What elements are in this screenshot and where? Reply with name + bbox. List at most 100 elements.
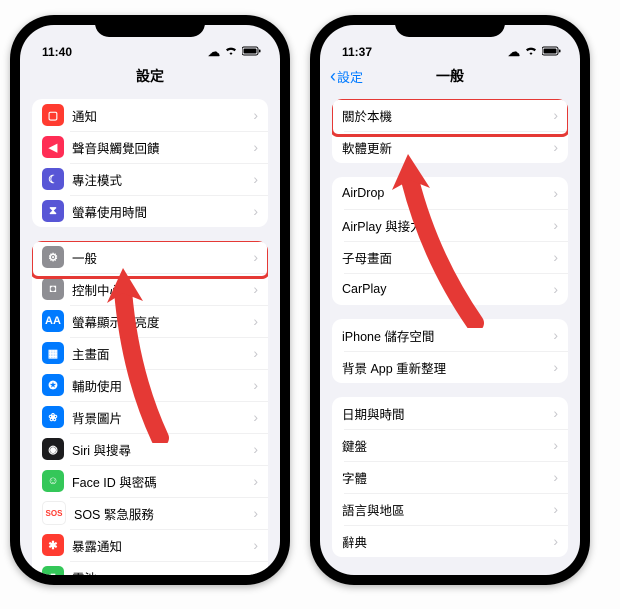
general-group-2: AirDrop›AirPlay 與接力›子母畫面›CarPlay› (332, 177, 568, 305)
content-right: 關於本機›軟體更新› AirDrop›AirPlay 與接力›子母畫面›CarP… (320, 93, 580, 575)
row-pip[interactable]: 子母畫面› (332, 241, 568, 273)
row-siri[interactable]: ◉Siri 與搜尋› (32, 433, 268, 465)
chevron-right-icon: › (253, 473, 258, 489)
sounds-icon: ◀ (42, 136, 64, 158)
header-left: 設定 (20, 59, 280, 93)
status-icons: ☁ (508, 45, 562, 59)
vpn-icon: ☁ (508, 45, 520, 59)
chevron-right-icon: › (553, 533, 558, 549)
chevron-right-icon: › (553, 405, 558, 421)
row-label: SOS 緊急服務 (74, 504, 253, 523)
row-datetime[interactable]: 日期與時間› (332, 397, 568, 429)
row-label: 專注模式 (72, 170, 253, 189)
chevron-right-icon: › (553, 501, 558, 517)
row-label: 輔助使用 (72, 376, 253, 395)
chevron-right-icon: › (553, 469, 558, 485)
battery-icon: ▮ (42, 566, 64, 575)
row-general[interactable]: ⚙一般› (32, 241, 268, 273)
row-label: AirDrop (342, 186, 553, 200)
row-label: Face ID 與密碼 (72, 472, 253, 491)
back-button[interactable]: ‹ 設定 (330, 67, 363, 86)
notifications-icon: ▢ (42, 104, 64, 126)
status-time: 11:40 (42, 45, 72, 59)
phone-left: 11:40 ☁ 設定 ▢通知›◀聲音與觸覺回饋›☾專注模式›⧗螢幕使用時間› ⚙… (10, 15, 290, 585)
row-storage[interactable]: iPhone 儲存空間› (332, 319, 568, 351)
row-label: 暴露通知 (72, 536, 253, 555)
row-controlcenter[interactable]: ◘控制中心› (32, 273, 268, 305)
row-screentime[interactable]: ⧗螢幕使用時間› (32, 195, 268, 227)
row-airplay[interactable]: AirPlay 與接力› (332, 209, 568, 241)
status-time: 11:37 (342, 45, 372, 59)
row-notifications[interactable]: ▢通知› (32, 99, 268, 131)
chevron-right-icon: › (553, 139, 558, 155)
display-icon: AA (42, 310, 64, 332)
row-about[interactable]: 關於本機› (332, 99, 568, 131)
row-label: 電池 (72, 568, 253, 576)
row-faceid[interactable]: ☺ Face ID 與密碼› (32, 465, 268, 497)
chevron-right-icon: › (253, 409, 258, 425)
chevron-right-icon: › (253, 107, 258, 123)
chevron-right-icon: › (553, 107, 558, 123)
row-home[interactable]: ▦主畫面› (32, 337, 268, 369)
siri-icon: ◉ (42, 438, 64, 460)
chevron-right-icon: › (253, 569, 258, 575)
row-label: 螢幕顯示與亮度 (72, 312, 253, 331)
home-icon: ▦ (42, 342, 64, 364)
row-accessibility[interactable]: ✪輔助使用› (32, 369, 268, 401)
row-label: 辭典 (342, 532, 553, 551)
row-bgrefresh[interactable]: 背景 App 重新整理› (332, 351, 568, 383)
vpn-icon: ☁ (208, 45, 220, 59)
row-label: 聲音與觸覺回饋 (72, 138, 253, 157)
row-focus[interactable]: ☾專注模式› (32, 163, 268, 195)
row-label: 一般 (72, 248, 253, 267)
screen-right: 11:37 ☁ ‹ 設定 一般 關於本機›軟體更新› AirDrop›A (320, 25, 580, 575)
chevron-right-icon: › (553, 185, 558, 201)
row-label: AirPlay 與接力 (342, 216, 553, 235)
settings-group-1: ▢通知›◀聲音與觸覺回饋›☾專注模式›⧗螢幕使用時間› (32, 99, 268, 227)
chevron-right-icon: › (253, 441, 258, 457)
row-sos[interactable]: SOS SOS 緊急服務› (32, 497, 268, 529)
chevron-right-icon: › (253, 171, 258, 187)
chevron-right-icon: › (253, 505, 258, 521)
faceid-icon: ☺ (42, 470, 64, 492)
chevron-right-icon: › (553, 249, 558, 265)
row-display[interactable]: AA 螢幕顯示與亮度› (32, 305, 268, 337)
settings-group-2: ⚙一般›◘控制中心›AA螢幕顯示與亮度›▦主畫面›✪輔助使用›❀背景圖片›◉Si… (32, 241, 268, 575)
wifi-icon (224, 45, 238, 59)
sos-icon: SOS (42, 501, 66, 525)
page-title: 一般 (436, 66, 464, 86)
row-label: 螢幕使用時間 (72, 202, 253, 221)
row-dictionary[interactable]: 辭典› (332, 525, 568, 557)
header-right: ‹ 設定 一般 (320, 59, 580, 93)
chevron-right-icon: › (253, 537, 258, 553)
row-label: 鍵盤 (342, 436, 553, 455)
row-label: 主畫面 (72, 344, 253, 363)
row-carplay[interactable]: CarPlay› (332, 273, 568, 305)
battery-icon (242, 45, 262, 59)
row-fonts[interactable]: 字體› (332, 461, 568, 493)
chevron-right-icon: › (253, 139, 258, 155)
row-keyboard[interactable]: 鍵盤› (332, 429, 568, 461)
row-airdrop[interactable]: AirDrop› (332, 177, 568, 209)
screen-left: 11:40 ☁ 設定 ▢通知›◀聲音與觸覺回饋›☾專注模式›⧗螢幕使用時間› ⚙… (20, 25, 280, 575)
controlcenter-icon: ◘ (42, 278, 64, 300)
chevron-right-icon: › (553, 437, 558, 453)
row-label: iPhone 儲存空間 (342, 326, 553, 345)
row-wallpaper[interactable]: ❀背景圖片› (32, 401, 268, 433)
accessibility-icon: ✪ (42, 374, 64, 396)
row-update[interactable]: 軟體更新› (332, 131, 568, 163)
screentime-icon: ⧗ (42, 200, 64, 222)
row-sounds[interactable]: ◀ 聲音與觸覺回饋› (32, 131, 268, 163)
chevron-right-icon: › (253, 281, 258, 297)
chevron-left-icon: ‹ (330, 67, 336, 85)
row-exposure[interactable]: ✱ 暴露通知› (32, 529, 268, 561)
general-group-4: 日期與時間›鍵盤›字體›語言與地區›辭典› (332, 397, 568, 557)
row-label: 軟體更新 (342, 138, 553, 157)
row-language[interactable]: 語言與地區› (332, 493, 568, 525)
exposure-icon: ✱ (42, 534, 64, 556)
row-label: 關於本機 (342, 106, 553, 125)
back-label: 設定 (337, 67, 363, 86)
row-label: 背景圖片 (72, 408, 253, 427)
row-battery[interactable]: ▮ 電池› (32, 561, 268, 575)
chevron-right-icon: › (253, 313, 258, 329)
